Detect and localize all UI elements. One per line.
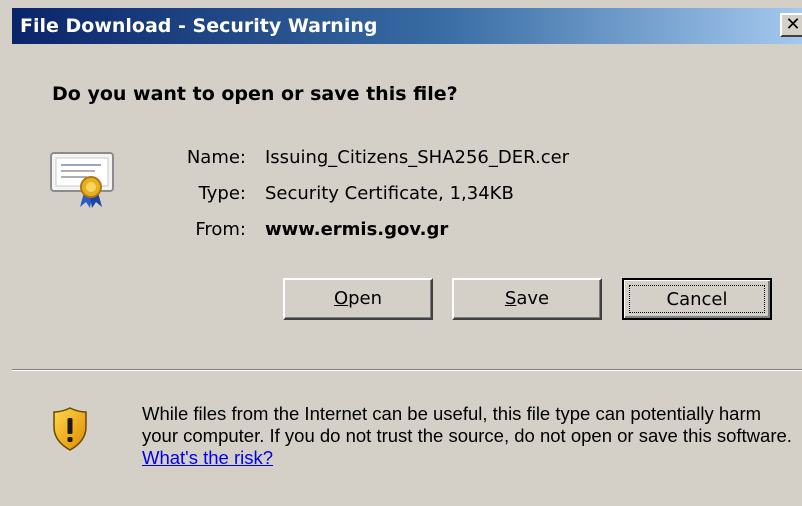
window-title: File Download - Security Warning xyxy=(20,15,378,37)
dialog-question: Do you want to open or save this file? xyxy=(52,83,458,105)
file-name-value: Issuing_Citizens_SHA256_DER.cer xyxy=(265,147,570,168)
open-button-accelerator: O xyxy=(333,288,349,309)
save-button[interactable]: Save xyxy=(452,278,602,320)
title-bar[interactable]: File Download - Security Warning ✕ xyxy=(12,8,802,44)
warning-message: While files from the Internet can be use… xyxy=(142,403,802,469)
whats-the-risk-link[interactable]: What's the risk? xyxy=(142,447,273,468)
type-label: Type: xyxy=(198,183,246,204)
save-button-label: ave xyxy=(516,288,550,309)
focus-ring: Cancel xyxy=(629,285,765,313)
save-button-accelerator: S xyxy=(504,288,517,309)
open-button-label: pen xyxy=(348,288,383,309)
security-warning-dialog: File Download - Security Warning ✕ Do yo… xyxy=(0,0,802,506)
close-button[interactable]: ✕ xyxy=(780,13,802,37)
source-url-value: www.ermis.gov.gr xyxy=(265,219,449,240)
name-label: Name: xyxy=(186,147,246,168)
shield-warning-icon xyxy=(53,407,87,451)
warning-text: While files from the Internet can be use… xyxy=(142,403,792,446)
file-type-value: Security Certificate, 1,34KB xyxy=(265,183,514,204)
open-button[interactable]: Open xyxy=(283,278,433,320)
cancel-button-label: Cancel xyxy=(666,289,728,310)
close-icon: ✕ xyxy=(785,14,801,35)
from-label: From: xyxy=(195,219,246,240)
cancel-button[interactable]: Cancel xyxy=(622,278,772,320)
divider xyxy=(12,369,802,371)
